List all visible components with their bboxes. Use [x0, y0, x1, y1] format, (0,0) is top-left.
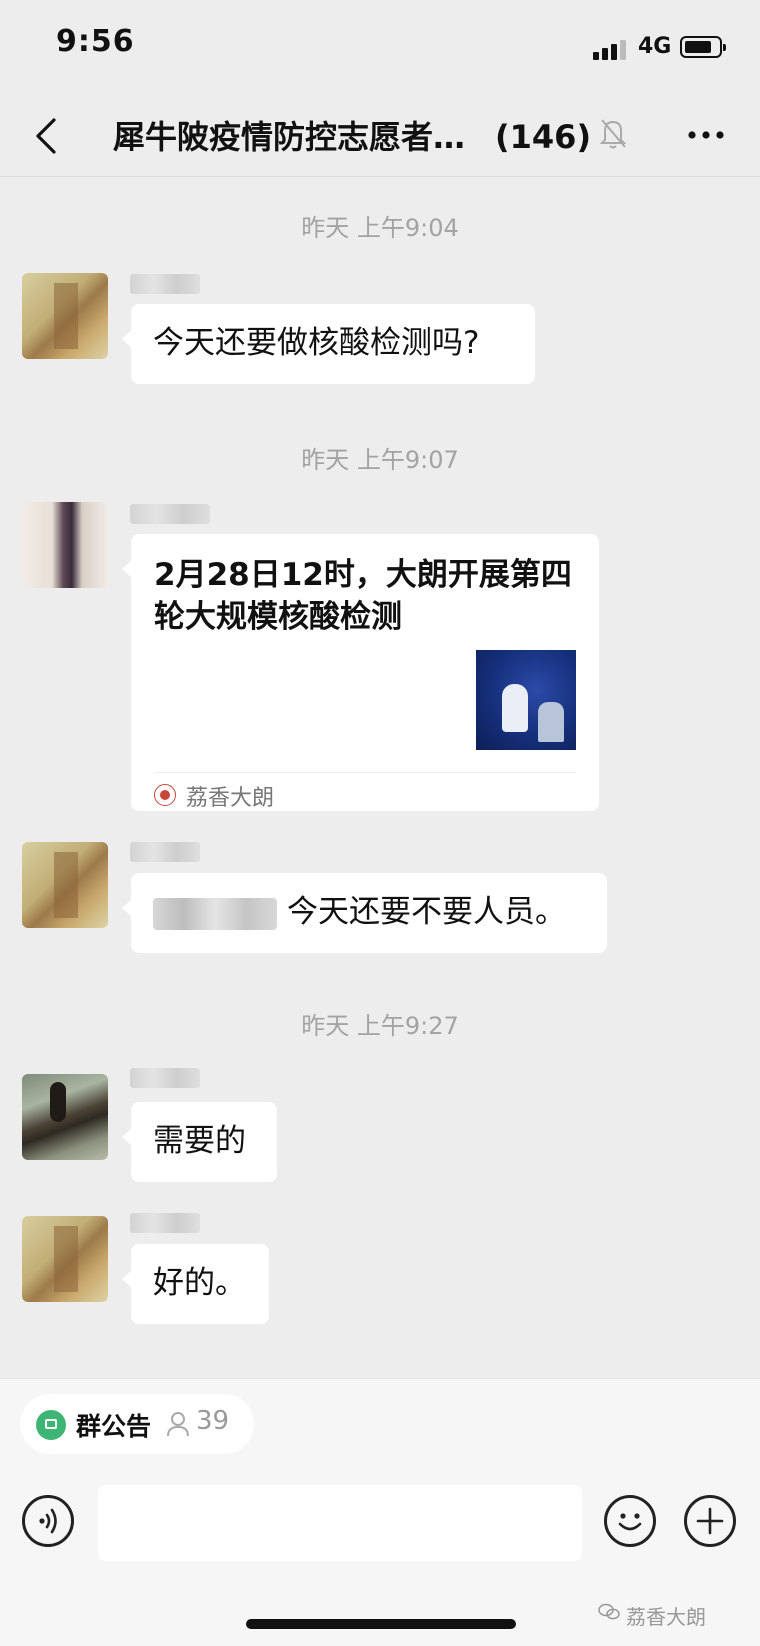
card-divider [154, 772, 576, 773]
group-name: 犀牛陂疫情防控志愿者… [113, 118, 466, 156]
sender-name-blurred [130, 842, 200, 862]
card-title: 2月28日12时，大朗开展第四轮大规模核酸检测 [154, 557, 572, 635]
back-icon [36, 118, 56, 154]
emoji-icon [618, 1513, 642, 1531]
group-notice-button[interactable]: 群公告 39 [20, 1394, 254, 1454]
plus-button[interactable] [684, 1495, 736, 1547]
sender-name-blurred [130, 504, 210, 524]
plus-icon [696, 1507, 724, 1535]
message-timestamp: 昨天 上午9:04 [301, 214, 459, 242]
source-name: 荔香大朗 [186, 786, 275, 811]
signal-icon [593, 38, 627, 60]
emoji-button[interactable] [604, 1495, 656, 1547]
message-bubble[interactable]: 今天还要做核酸检测吗? [122, 304, 535, 384]
avatar[interactable] [22, 273, 108, 359]
notice-icon [36, 1410, 66, 1440]
watermark-text: 荔香大朗 [626, 1605, 706, 1629]
avatar[interactable] [22, 502, 108, 588]
home-indicator [246, 1619, 516, 1629]
back-button[interactable] [30, 114, 70, 158]
status-bar: 9:56 4G [0, 0, 760, 96]
notice-label: 群公告 [76, 1412, 152, 1441]
notice-count: 39 [196, 1406, 230, 1436]
watermark: 荔香大朗 [598, 1601, 706, 1630]
member-count: (146) [495, 118, 592, 156]
battery-icon [680, 36, 726, 58]
source-logo-icon [154, 784, 176, 806]
input-area: 群公告 39 荔香大朗 [0, 1378, 760, 1646]
voice-icon [39, 1508, 57, 1534]
mention-blurred [153, 897, 277, 930]
sender-name-blurred [130, 1068, 200, 1088]
message-input[interactable] [98, 1485, 582, 1561]
sender-name-blurred [130, 1213, 200, 1233]
voice-button[interactable] [22, 1495, 74, 1547]
status-time: 9:56 [56, 24, 135, 59]
message-text: 今天还要不要人员。 [287, 894, 566, 930]
people-icon [167, 1412, 189, 1437]
more-icon [688, 131, 724, 139]
chat-title: 犀牛陂疫情防控志愿者… (146) [113, 112, 591, 158]
message-timestamp: 昨天 上午9:07 [301, 446, 459, 474]
sender-name-blurred [130, 274, 200, 294]
more-button[interactable] [686, 120, 726, 150]
network-label: 4G [638, 34, 672, 59]
card-thumbnail [476, 650, 576, 750]
wechat-icon [598, 1603, 620, 1620]
avatar[interactable] [22, 1216, 108, 1302]
message-bubble[interactable]: 今天还要不要人员。 [122, 873, 607, 953]
message-bubble[interactable]: 好的。 [122, 1244, 269, 1324]
avatar[interactable] [22, 842, 108, 928]
message-timestamp: 昨天 上午9:27 [301, 1012, 459, 1040]
avatar[interactable] [22, 1074, 108, 1160]
mute-bell-icon [598, 116, 628, 150]
chat-header: 犀牛陂疫情防控志愿者… (146) [0, 96, 760, 177]
message-bubble[interactable]: 需要的 [122, 1102, 277, 1182]
link-card[interactable]: 2月28日12时，大朗开展第四轮大规模核酸检测 荔香大朗 [122, 534, 599, 811]
